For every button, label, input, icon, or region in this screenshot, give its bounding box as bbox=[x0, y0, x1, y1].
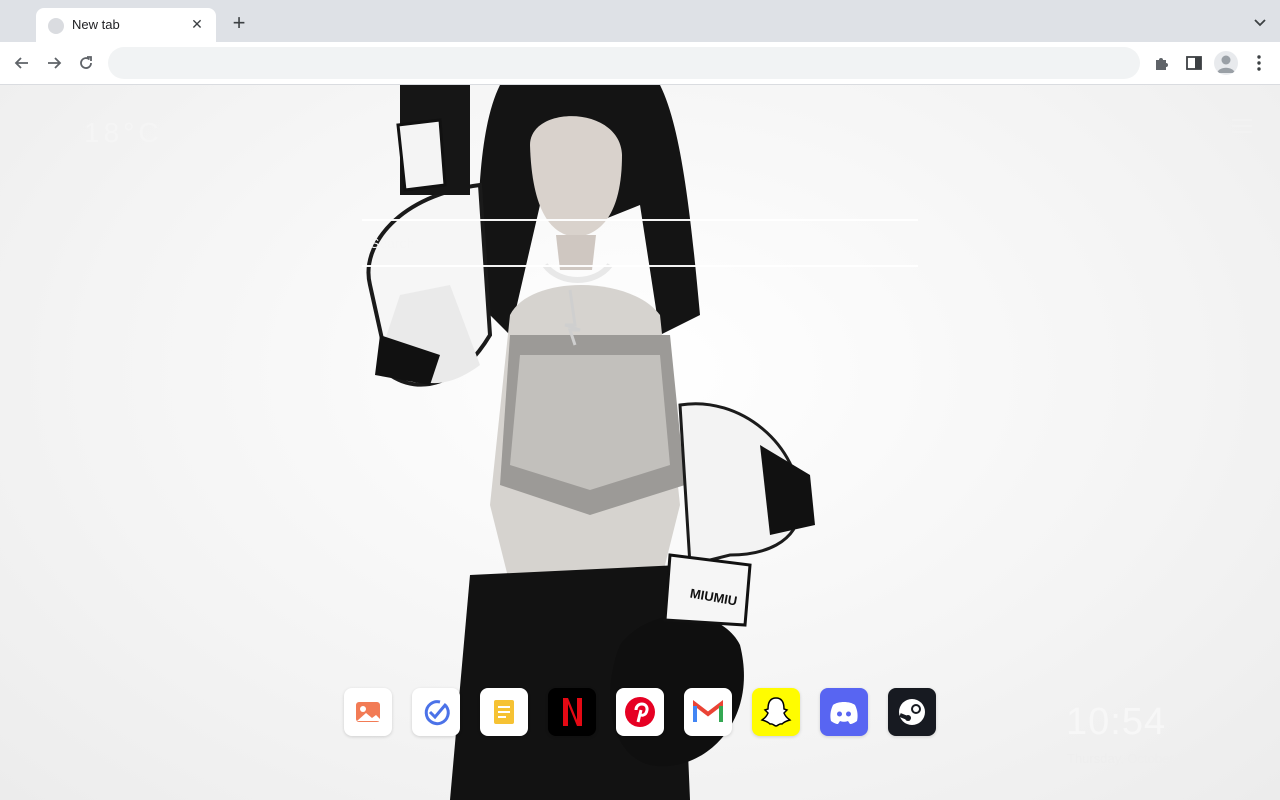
search-placeholder: Search bbox=[370, 235, 415, 251]
tab-favicon-icon bbox=[48, 18, 64, 34]
clock-time: 10:54 bbox=[1066, 701, 1167, 743]
address-bar-input[interactable] bbox=[108, 47, 1140, 79]
profile-avatar-icon[interactable] bbox=[1214, 51, 1238, 75]
tab-new-tab[interactable]: New tab ✕ bbox=[36, 8, 216, 42]
discord-shortcut[interactable] bbox=[820, 688, 868, 736]
notes-icon bbox=[494, 700, 514, 724]
new-tab-page: 18°C MIUMIU Search 10:54 Thursday, Octob… bbox=[0, 85, 1280, 800]
tab-strip: New tab ✕ + bbox=[0, 0, 1280, 42]
weather-widget[interactable]: 18°C bbox=[84, 117, 163, 149]
tab-search-chevron-icon[interactable] bbox=[1252, 14, 1268, 30]
gallery-icon bbox=[356, 702, 380, 722]
notes-shortcut[interactable] bbox=[480, 688, 528, 736]
steam-icon bbox=[899, 699, 925, 725]
pinterest-shortcut[interactable] bbox=[616, 688, 664, 736]
new-tab-button[interactable]: + bbox=[228, 12, 250, 35]
snapchat-icon bbox=[760, 697, 792, 727]
gmail-icon bbox=[693, 699, 723, 722]
netflix-icon bbox=[563, 698, 582, 726]
forward-arrow-icon[interactable] bbox=[44, 53, 64, 73]
extensions-puzzle-icon[interactable] bbox=[1151, 52, 1173, 74]
tasks-shortcut[interactable] bbox=[412, 688, 460, 736]
photos-shortcut[interactable] bbox=[344, 688, 392, 736]
netflix-shortcut[interactable] bbox=[548, 688, 596, 736]
browser-toolbar bbox=[0, 42, 1280, 85]
discord-icon bbox=[830, 702, 858, 724]
checklist-icon bbox=[424, 700, 450, 726]
search-input[interactable]: Search bbox=[362, 219, 918, 267]
side-panel-icon[interactable] bbox=[1183, 52, 1205, 74]
tab-title: New tab bbox=[72, 17, 120, 32]
gmail-shortcut[interactable] bbox=[684, 688, 732, 736]
reload-icon[interactable] bbox=[76, 53, 96, 73]
tab-close-icon[interactable]: ✕ bbox=[188, 15, 206, 33]
settings-menu-icon[interactable] bbox=[1232, 119, 1252, 133]
back-arrow-icon[interactable] bbox=[12, 53, 32, 73]
clock-date: Thursday, October 19, 2023 bbox=[1067, 751, 1228, 766]
snapchat-shortcut[interactable] bbox=[752, 688, 800, 736]
steam-shortcut[interactable] bbox=[888, 688, 936, 736]
pinterest-icon bbox=[625, 697, 655, 727]
kebab-menu-icon[interactable] bbox=[1248, 52, 1270, 74]
